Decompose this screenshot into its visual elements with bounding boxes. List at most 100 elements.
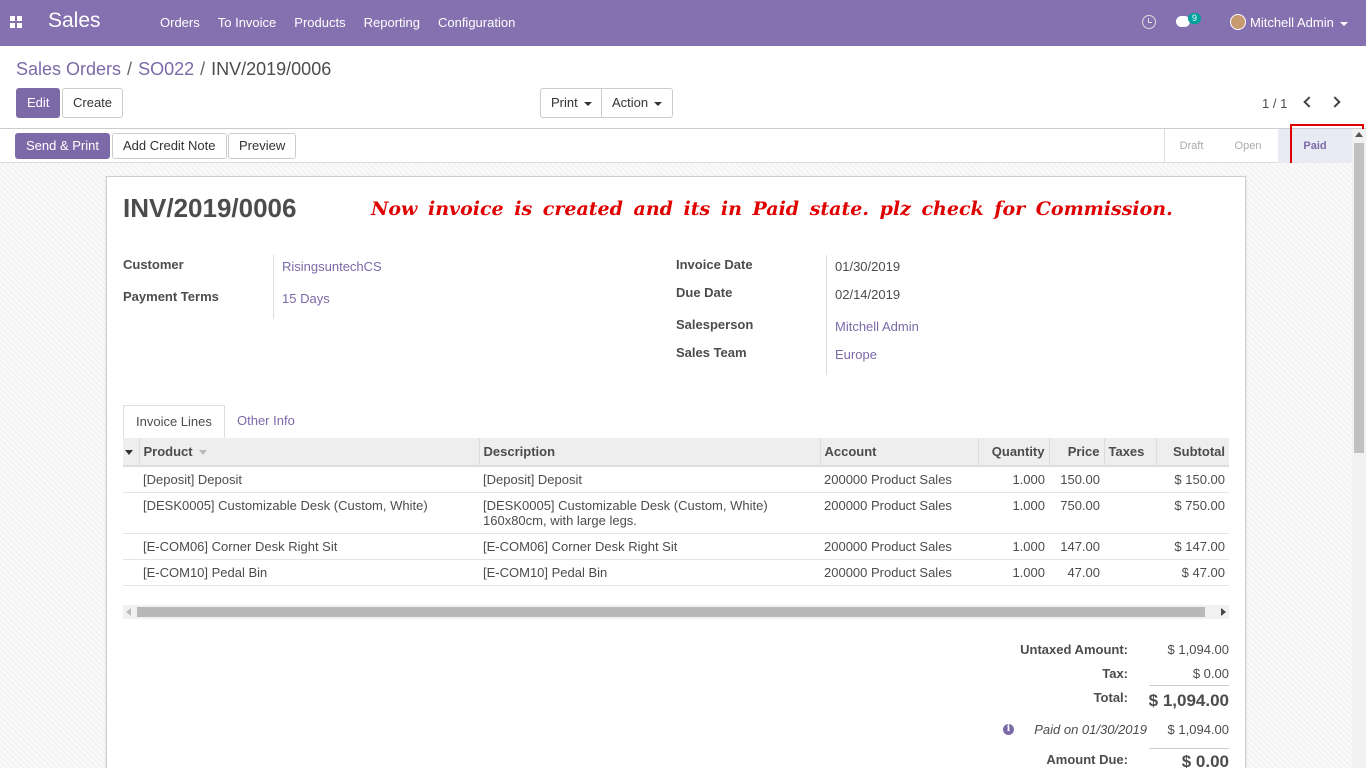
invoice-lines-table: Product Description Account Quantity Pri… (123, 438, 1229, 586)
sales-team-value[interactable]: Europe (835, 347, 877, 362)
send-print-button[interactable]: Send & Print (15, 133, 110, 159)
scrollbar-thumb[interactable] (1354, 143, 1364, 453)
chevron-left-icon[interactable] (1302, 95, 1314, 109)
totals-divider (1149, 748, 1229, 749)
tax-label: Tax: (1102, 666, 1128, 681)
menu-orders[interactable]: Orders (160, 15, 200, 30)
preview-button[interactable]: Preview (228, 133, 297, 159)
salesperson-value[interactable]: Mitchell Admin (835, 319, 919, 334)
cell-account[interactable]: 200000 Product Sales (820, 466, 978, 493)
menu-to-invoice[interactable]: To Invoice (218, 15, 277, 30)
table-row[interactable]: [DESK0005] Customizable Desk (Custom, Wh… (123, 492, 1229, 534)
column-header-account[interactable]: Account (819, 438, 978, 467)
cell-price[interactable]: 47.00 (1049, 559, 1104, 586)
activity-clock-icon[interactable] (1142, 15, 1156, 29)
table-row[interactable]: [Deposit] Deposit [Deposit] Deposit 2000… (123, 466, 1229, 493)
table-row[interactable]: [E-COM10] Pedal Bin [E-COM10] Pedal Bin … (123, 559, 1229, 586)
column-header-quantity[interactable]: Quantity (977, 438, 1049, 467)
menu-products[interactable]: Products (294, 15, 345, 30)
untaxed-amount-value: $ 1,094.00 (1167, 642, 1229, 657)
description-line: [E-COM10] Pedal Bin (483, 565, 608, 580)
field-divider (826, 255, 827, 375)
breadcrumb-sales-orders[interactable]: Sales Orders (16, 59, 121, 79)
add-credit-note-button[interactable]: Add Credit Note (112, 133, 227, 159)
column-header-taxes[interactable]: Taxes (1103, 438, 1156, 467)
user-name: Mitchell Admin (1250, 15, 1334, 30)
cell-quantity[interactable]: 1.000 (978, 533, 1049, 560)
cell-quantity[interactable]: 1.000 (978, 559, 1049, 586)
apps-menu-icon[interactable] (10, 16, 22, 28)
cell-account[interactable]: 200000 Product Sales (820, 559, 978, 586)
chevron-right-icon[interactable] (1330, 95, 1342, 109)
cell-taxes[interactable] (1104, 533, 1156, 560)
cell-product[interactable]: [Deposit] Deposit (139, 466, 479, 493)
row-handle (123, 559, 139, 586)
cell-taxes[interactable] (1104, 559, 1156, 586)
cell-account[interactable]: 200000 Product Sales (820, 533, 978, 560)
cell-description[interactable]: [E-COM10] Pedal Bin (479, 559, 820, 586)
form-sheet: INV/2019/0006 Now invoice is created and… (106, 176, 1246, 768)
app-name[interactable]: Sales (48, 9, 101, 33)
cell-price[interactable]: 147.00 (1049, 533, 1104, 560)
cell-quantity[interactable]: 1.000 (978, 466, 1049, 493)
customer-label: Customer (123, 257, 184, 272)
cell-taxes[interactable] (1104, 492, 1156, 534)
description-line: [Deposit] Deposit (483, 472, 582, 487)
scrollbar-thumb[interactable] (137, 607, 1205, 617)
breadcrumb-current: INV/2019/0006 (211, 59, 332, 79)
scroll-right-icon[interactable] (1221, 608, 1226, 616)
table-header-row: Product Description Account Quantity Pri… (123, 438, 1229, 467)
tab-other-info[interactable]: Other Info (225, 405, 307, 439)
caret-down-icon[interactable] (125, 450, 133, 456)
column-header-subtotal[interactable]: Subtotal (1155, 438, 1229, 467)
payment-terms-value[interactable]: 15 Days (282, 291, 330, 306)
create-button[interactable]: Create (62, 88, 124, 118)
menu-configuration[interactable]: Configuration (438, 15, 515, 30)
row-handle (123, 533, 139, 560)
cell-quantity[interactable]: 1.000 (978, 492, 1049, 534)
cell-subtotal: $ 147.00 (1156, 533, 1229, 560)
user-menu[interactable]: Mitchell Admin (1250, 15, 1348, 30)
action-dropdown[interactable]: Action (601, 88, 673, 118)
scroll-left-icon[interactable] (126, 608, 131, 616)
untaxed-amount-label: Untaxed Amount: (1020, 642, 1128, 657)
cell-product[interactable]: [E-COM06] Corner Desk Right Sit (139, 533, 479, 560)
total-label: Total: (1093, 690, 1128, 705)
print-label: Print (551, 95, 578, 110)
invoice-date-label: Invoice Date (676, 257, 753, 272)
column-toggle[interactable] (123, 438, 139, 467)
user-avatar[interactable] (1230, 14, 1246, 30)
cell-taxes[interactable] (1104, 466, 1156, 493)
pager-value[interactable]: 1 / 1 (1262, 96, 1287, 111)
vertical-scrollbar[interactable] (1352, 129, 1366, 768)
column-header-description[interactable]: Description (478, 438, 820, 467)
cell-description[interactable]: [DESK0005] Customizable Desk (Custom, Wh… (479, 492, 820, 534)
cell-price[interactable]: 750.00 (1049, 492, 1104, 534)
caret-down-icon (654, 101, 663, 106)
cell-description[interactable]: [Deposit] Deposit (479, 466, 820, 493)
horizontal-scrollbar[interactable] (123, 605, 1229, 619)
tab-invoice-lines[interactable]: Invoice Lines (123, 405, 225, 439)
messaging-count-badge: 9 (1188, 13, 1202, 24)
edit-button[interactable]: Edit (16, 88, 61, 118)
column-header-product[interactable]: Product (138, 438, 479, 467)
total-value: $ 1,094.00 (1148, 691, 1229, 710)
paid-on-label: Paid on 01/30/2019 (1034, 722, 1147, 737)
table-row[interactable]: [E-COM06] Corner Desk Right Sit [E-COM06… (123, 533, 1229, 560)
scroll-up-icon[interactable] (1355, 132, 1363, 137)
info-icon[interactable]: i (1003, 724, 1014, 735)
description-line: [E-COM06] Corner Desk Right Sit (483, 539, 678, 554)
cell-account[interactable]: 200000 Product Sales (820, 492, 978, 534)
cell-description[interactable]: [E-COM06] Corner Desk Right Sit (479, 533, 820, 560)
status-open: Open (1234, 140, 1262, 152)
breadcrumb-separator: / (200, 59, 206, 79)
menu-reporting[interactable]: Reporting (364, 15, 420, 30)
cell-product[interactable]: [DESK0005] Customizable Desk (Custom, Wh… (139, 492, 479, 534)
print-dropdown[interactable]: Print (540, 88, 602, 118)
cell-price[interactable]: 150.00 (1049, 466, 1104, 493)
breadcrumb-so022[interactable]: SO022 (138, 59, 194, 79)
customer-value[interactable]: RisingsuntechCS (282, 259, 382, 274)
cell-product[interactable]: [E-COM10] Pedal Bin (139, 559, 479, 586)
sort-icon (198, 450, 207, 456)
column-header-price[interactable]: Price (1048, 438, 1104, 467)
